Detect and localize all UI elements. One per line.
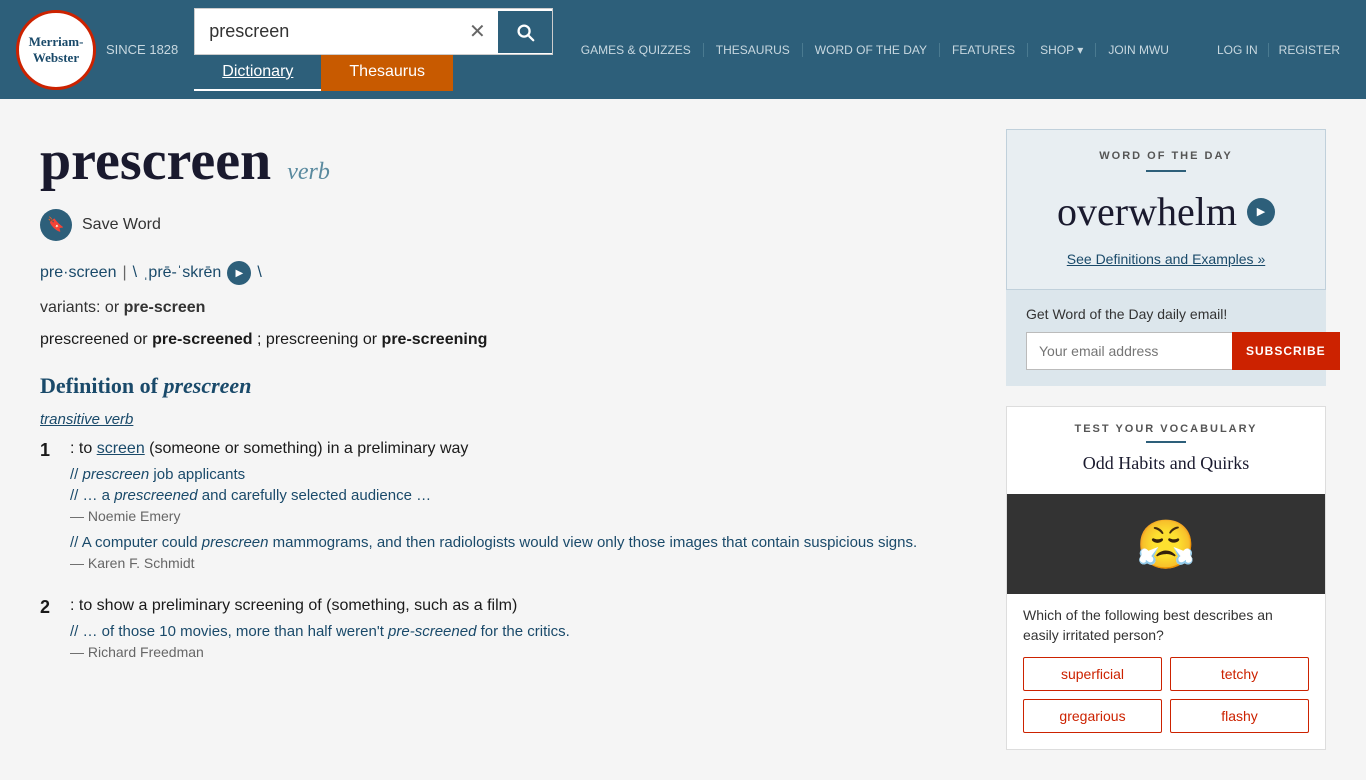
wotd-label: WORD OF THE DAY bbox=[1027, 150, 1305, 162]
pronunciation: pre·screen | \ ˌprē-ˈskrēn ▶ \ bbox=[40, 261, 976, 285]
word-pos: verb bbox=[287, 159, 330, 186]
def-num-2: 2 bbox=[40, 597, 60, 670]
search-clear-button[interactable]: ✕ bbox=[457, 9, 498, 54]
def-content-2: : to show a preliminary screening of (so… bbox=[70, 597, 976, 670]
vocab-header: TEST YOUR VOCABULARY Odd Habits and Quir… bbox=[1007, 407, 1325, 494]
attribution-1b: — Noemie Emery bbox=[70, 508, 976, 524]
vocab-divider bbox=[1146, 441, 1186, 443]
logo[interactable]: Merriam- Webster bbox=[16, 10, 96, 90]
example-1a: // prescreen job applicants bbox=[70, 466, 976, 483]
wotd-definitions-link[interactable]: See Definitions and Examples » bbox=[1067, 251, 1265, 267]
nav-shop[interactable]: SHOP ▾ bbox=[1028, 43, 1096, 57]
variants-label: variants: bbox=[40, 299, 100, 316]
variants: variants: or pre-screen bbox=[40, 299, 976, 317]
logo-area: Merriam- Webster SINCE 1828 bbox=[16, 10, 178, 90]
search-icon bbox=[514, 21, 536, 43]
form-4: pre-screening bbox=[382, 331, 488, 348]
nav-thesaurus[interactable]: THESAURUS bbox=[704, 43, 803, 57]
login-link[interactable]: LOG IN bbox=[1207, 43, 1269, 57]
logo-text: Merriam- Webster bbox=[29, 34, 84, 65]
tabs-bar: Dictionary Thesaurus bbox=[194, 55, 553, 91]
phonetic-open: \ bbox=[133, 264, 137, 282]
attribution-1c: — Karen F. Schmidt bbox=[70, 555, 976, 571]
audio-button[interactable]: ▶ bbox=[227, 261, 251, 285]
pos-label: transitive verb bbox=[40, 411, 976, 428]
vocab-title: Odd Habits and Quirks bbox=[1027, 453, 1305, 474]
save-word-label: Save Word bbox=[82, 216, 161, 234]
subscribe-button[interactable]: SUBSCRIBE bbox=[1232, 332, 1340, 370]
wotd-divider bbox=[1146, 170, 1186, 172]
since-text: SINCE 1828 bbox=[106, 42, 178, 57]
phonetic-text: ˌprē-ˈskrēn bbox=[143, 264, 221, 282]
site-header: Merriam- Webster SINCE 1828 ✕ Dictionary bbox=[0, 0, 1366, 99]
vocab-card: TEST YOUR VOCABULARY Odd Habits and Quir… bbox=[1006, 406, 1326, 750]
def-num-1: 1 bbox=[40, 440, 60, 581]
bookmark-icon: 🔖 bbox=[40, 209, 72, 241]
vocab-option-3[interactable]: gregarious bbox=[1023, 699, 1162, 733]
example-2a: // … of those 10 movies, more than half … bbox=[70, 623, 976, 640]
register-link[interactable]: REGISTER bbox=[1269, 43, 1350, 57]
email-section: Get Word of the Day daily email! SUBSCRI… bbox=[1006, 290, 1326, 386]
definition-heading: Definition of prescreen bbox=[40, 373, 976, 399]
auth-nav: LOG IN REGISTER bbox=[1207, 43, 1350, 57]
content-area: prescreen verb 🔖 Save Word pre·screen | … bbox=[40, 129, 976, 750]
definition-1: 1 : to screen (someone or something) in … bbox=[40, 440, 976, 581]
nav-join[interactable]: JOIN MWU bbox=[1096, 43, 1181, 57]
form-1: prescreened bbox=[40, 331, 129, 348]
variants-or: or bbox=[105, 299, 124, 316]
vocab-label: TEST YOUR VOCABULARY bbox=[1027, 423, 1305, 435]
forms: prescreened or pre-screened ; prescreeni… bbox=[40, 331, 976, 349]
save-word-button[interactable]: 🔖 Save Word bbox=[40, 209, 976, 241]
wotd-word: overwhelm ▶ bbox=[1027, 188, 1305, 235]
search-submit-button[interactable] bbox=[498, 11, 552, 53]
word-title: prescreen bbox=[40, 129, 271, 193]
nav-wotd[interactable]: WORD OF THE DAY bbox=[803, 43, 940, 57]
wotd-card: WORD OF THE DAY overwhelm ▶ See Definiti… bbox=[1006, 129, 1326, 290]
wotd-audio-button[interactable]: ▶ bbox=[1247, 198, 1275, 226]
email-label: Get Word of the Day daily email! bbox=[1026, 306, 1306, 322]
main-nav: GAMES & QUIZZES THESAURUS WORD OF THE DA… bbox=[569, 43, 1181, 57]
form-2: pre-screened bbox=[152, 331, 253, 348]
def-content-1: : to screen (someone or something) in a … bbox=[70, 440, 976, 581]
syllabified: pre·screen bbox=[40, 264, 116, 282]
example-1c: // A computer could prescreen mammograms… bbox=[70, 534, 976, 551]
screen-link[interactable]: screen bbox=[97, 440, 145, 457]
vocab-options: superficial tetchy gregarious flashy bbox=[1007, 657, 1325, 749]
email-input[interactable] bbox=[1026, 332, 1232, 370]
word-heading: prescreen verb bbox=[40, 129, 976, 193]
attribution-2a: — Richard Freedman bbox=[70, 644, 976, 660]
variant-word: pre-screen bbox=[124, 299, 206, 316]
vocab-image: 😤 bbox=[1007, 494, 1325, 594]
main-container: prescreen verb 🔖 Save Word pre·screen | … bbox=[0, 99, 1366, 780]
search-area: ✕ Dictionary Thesaurus bbox=[194, 8, 553, 91]
tab-thesaurus[interactable]: Thesaurus bbox=[321, 55, 453, 91]
nav-features[interactable]: FEATURES bbox=[940, 43, 1028, 57]
sidebar: WORD OF THE DAY overwhelm ▶ See Definiti… bbox=[1006, 129, 1326, 750]
nav-games[interactable]: GAMES & QUIZZES bbox=[569, 43, 704, 57]
example-1b: // … a prescreened and carefully selecte… bbox=[70, 487, 976, 504]
tab-dictionary[interactable]: Dictionary bbox=[194, 55, 321, 91]
vocab-option-1[interactable]: superficial bbox=[1023, 657, 1162, 691]
search-bar: ✕ bbox=[194, 8, 553, 55]
form-3: prescreening bbox=[266, 331, 359, 348]
vocab-question: Which of the following best describes an… bbox=[1007, 594, 1325, 657]
definition-2: 2 : to show a preliminary screening of (… bbox=[40, 597, 976, 670]
vocab-option-4[interactable]: flashy bbox=[1170, 699, 1309, 733]
vocab-emoji: 😤 bbox=[1136, 516, 1196, 573]
vocab-option-2[interactable]: tetchy bbox=[1170, 657, 1309, 691]
email-form: SUBSCRIBE bbox=[1026, 332, 1306, 370]
search-input[interactable] bbox=[195, 9, 457, 54]
phonetic-close: \ bbox=[257, 264, 261, 282]
